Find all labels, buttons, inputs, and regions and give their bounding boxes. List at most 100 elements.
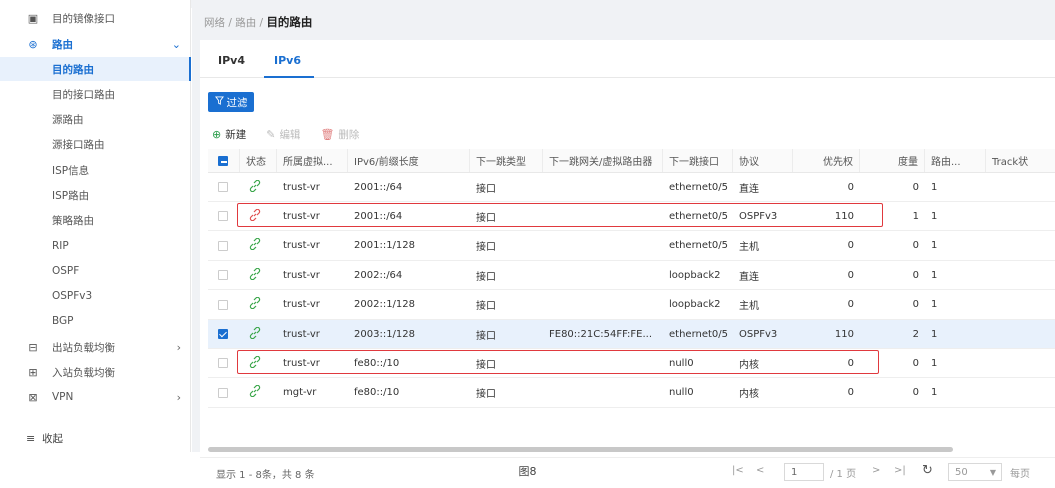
- table-row[interactable]: trust-vr 2001::1/128 接口 ethernet0/5 主机 0 0 1: [208, 232, 1055, 261]
- table-row[interactable]: trust-vr 2001::/64 接口 ethernet0/5 直连 0 0 1: [208, 173, 1055, 202]
- row-checkbox-cell[interactable]: [208, 173, 240, 201]
- row-checkbox-cell[interactable]: [208, 379, 240, 407]
- breadcrumb: 网络 / 路由 / 目的路由: [204, 14, 312, 30]
- cell-gateway: [543, 349, 663, 377]
- sidebar-item[interactable]: 目的接口路由: [0, 82, 191, 106]
- cell-gateway: [543, 232, 663, 260]
- collapse-sidebar-button[interactable]: ≡ 收起: [0, 427, 191, 449]
- row-checkbox[interactable]: [218, 240, 228, 251]
- delete-button[interactable]: 🗑 删除: [320, 127, 359, 142]
- sidebar-item[interactable]: 策略路由: [0, 208, 191, 232]
- sidebar-item-label: 入站负载均衡: [52, 366, 115, 379]
- inbound-lb-icon: ⊞: [28, 365, 38, 379]
- cell-priority: 0: [847, 357, 854, 369]
- tab-ipv4[interactable]: IPv4: [218, 54, 245, 67]
- row-checkbox-cell[interactable]: [208, 232, 240, 260]
- link-icon: [249, 267, 261, 283]
- cell-priority: 0: [847, 387, 854, 399]
- sidebar-item[interactable]: OSPF: [0, 259, 191, 283]
- chevron-right-icon: ›: [176, 340, 181, 354]
- cell-priority: 110: [834, 210, 854, 222]
- cell-track: [986, 349, 1055, 377]
- outbound-lb-icon: ⊟: [28, 340, 38, 354]
- status-cell: [240, 349, 277, 377]
- cell-vr: trust-vr: [283, 269, 320, 281]
- row-checkbox-cell[interactable]: [208, 202, 240, 230]
- link-icon: [249, 355, 261, 371]
- add-button[interactable]: ⊕ 新建: [212, 127, 246, 142]
- table-row[interactable]: trust-vr 2002::/64 接口 loopback2 直连 0 0 1: [208, 261, 1055, 291]
- sidebar-item[interactable]: ISP信息: [0, 158, 191, 182]
- horizontal-scrollbar[interactable]: [208, 447, 953, 452]
- cell-proto: 直连: [739, 271, 759, 283]
- sidebar-item[interactable]: ⊟ 出站负载均衡 ›: [0, 335, 191, 359]
- row-checkbox[interactable]: [218, 387, 228, 398]
- edit-button[interactable]: ✎ 编辑: [266, 127, 300, 142]
- table-row[interactable]: trust-vr fe80::/10 接口 null0 内核 0 0 1: [208, 349, 1055, 379]
- cell-metric: 0: [912, 181, 919, 193]
- row-checkbox[interactable]: [218, 358, 228, 369]
- cell-priority: 110: [834, 328, 854, 340]
- table-row[interactable]: mgt-vr fe80::/10 接口 null0 内核 0 0 1: [208, 379, 1055, 408]
- row-checkbox[interactable]: [218, 270, 228, 281]
- sidebar-item-label: BGP: [52, 315, 74, 327]
- cell-route: 1: [931, 328, 938, 340]
- cell-gateway: [543, 291, 663, 319]
- sidebar-item-label: OSPFv3: [52, 290, 93, 302]
- cell-iface: null0: [669, 357, 694, 369]
- row-checkbox[interactable]: [218, 329, 228, 339]
- link-icon: [249, 179, 261, 195]
- cell-proto: 内核: [739, 359, 759, 371]
- sidebar-item[interactable]: ISP路由: [0, 183, 191, 207]
- filter-button[interactable]: 过滤: [208, 92, 254, 112]
- cell-nh-type: 接口: [476, 301, 496, 313]
- table-row[interactable]: trust-vr 2003::1/128 接口 FE80::21C:54FF:FE..…: [208, 320, 1055, 349]
- row-checkbox[interactable]: [218, 182, 228, 192]
- row-checkbox-cell[interactable]: [208, 261, 240, 289]
- sidebar-item[interactable]: RIP: [0, 234, 191, 258]
- cell-iface: ethernet0/5: [669, 210, 729, 222]
- tab-bar: IPv4 IPv6: [200, 40, 1055, 78]
- sidebar-item-label: ISP路由: [52, 189, 90, 202]
- table-header: 状态 所属虚拟... IPv6/前缀长度 下一跳类型 下一跳网关/虚拟路由器 下一跳接口协…: [208, 149, 1055, 173]
- cell-route: 1: [931, 181, 938, 193]
- cell-route: 1: [931, 240, 938, 252]
- cell-route: 1: [931, 210, 938, 222]
- tab-ipv6[interactable]: IPv6: [274, 54, 301, 67]
- toolbar: ⊕ 新建 ✎ 编辑 🗑 删除: [212, 126, 379, 142]
- sidebar-item[interactable]: ⊛ 路由 ⌄: [0, 32, 191, 56]
- row-checkbox-cell[interactable]: [208, 349, 240, 377]
- mirror-icon: ▣: [27, 11, 39, 25]
- table-row[interactable]: trust-vr 2002::1/128 接口 loopback2 主机 0 0 1: [208, 291, 1055, 320]
- cell-route: 1: [931, 299, 938, 311]
- sidebar-item[interactable]: 目的路由: [0, 57, 191, 81]
- row-checkbox-cell[interactable]: [208, 291, 240, 319]
- checkbox-indeterminate[interactable]: [218, 155, 228, 166]
- column-header: 协议: [733, 149, 793, 172]
- breadcrumb-path[interactable]: 网络 / 路由 /: [204, 17, 266, 29]
- sidebar-item[interactable]: ⊞ 入站负载均衡: [0, 360, 191, 384]
- filter-icon: [214, 96, 224, 108]
- sidebar-item[interactable]: 源路由: [0, 107, 191, 131]
- row-checkbox[interactable]: [218, 299, 228, 310]
- cell-proto: OSPFv3: [739, 328, 778, 340]
- cell-prefix: 2001::1/128: [354, 240, 416, 252]
- sidebar-item[interactable]: ⊠ VPN ›: [0, 385, 191, 409]
- table-row[interactable]: trust-vr 2001::/64 接口 ethernet0/5 OSPFv3 110 1…: [208, 202, 1055, 232]
- sidebar-item-label: 源路由: [52, 113, 84, 126]
- cell-track: [986, 261, 1055, 289]
- cell-nh-type: 接口: [476, 389, 496, 401]
- select-all-checkbox[interactable]: [208, 149, 240, 172]
- link-icon: [249, 385, 261, 400]
- sidebar-item[interactable]: ▣ 目的镜像接口: [0, 6, 191, 30]
- sidebar-item[interactable]: OSPFv3: [0, 284, 191, 308]
- sidebar-item[interactable]: 源接口路由: [0, 132, 191, 156]
- cell-prefix: 2002::1/128: [354, 299, 416, 311]
- row-checkbox-cell[interactable]: [208, 320, 240, 348]
- cell-nh-type: 接口: [476, 242, 496, 254]
- row-checkbox[interactable]: [218, 211, 228, 222]
- plus-circle-icon: ⊕: [212, 127, 222, 141]
- status-cell: [240, 320, 277, 348]
- sidebar-item[interactable]: BGP: [0, 309, 191, 333]
- cell-iface: loopback2: [669, 299, 721, 311]
